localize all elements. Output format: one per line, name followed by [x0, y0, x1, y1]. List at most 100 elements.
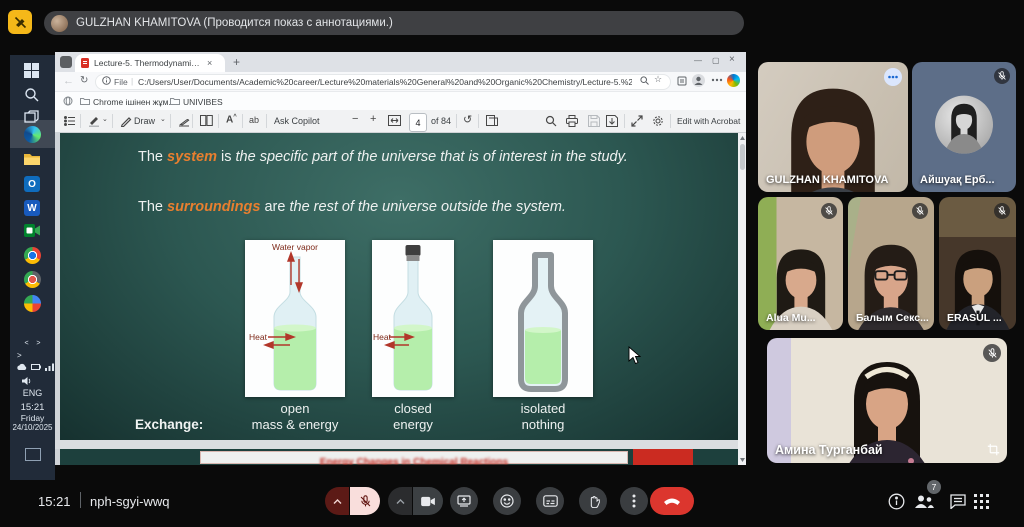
video-tile-erasul[interactable]: ERASUL ...: [939, 197, 1016, 330]
print-icon[interactable]: [566, 115, 578, 127]
video-tile-alua[interactable]: Alua Mu...: [758, 197, 843, 330]
fullscreen-icon[interactable]: [631, 115, 643, 127]
ask-copilot-button[interactable]: Ask Copilot: [274, 116, 320, 126]
more-vertical-icon: [632, 494, 636, 508]
taskbar-overflow-arrows[interactable]: < >: [10, 340, 55, 347]
page-layout-icon[interactable]: [486, 115, 498, 126]
page-number-input[interactable]: 4: [409, 113, 427, 132]
scrollbar-thumb[interactable]: [740, 144, 745, 170]
window-close-button[interactable]: ×: [729, 54, 735, 65]
settings-gear-icon[interactable]: [652, 115, 664, 127]
zoom-in-icon[interactable]: +: [370, 113, 376, 125]
zoom-out-icon[interactable]: −: [352, 113, 358, 125]
bookmark-folder-univibes[interactable]: UNIVIBES: [183, 97, 223, 107]
pdf-scrollbar[interactable]: [738, 133, 746, 465]
text-size-icon[interactable]: A^: [226, 114, 237, 125]
participant-name: Балым Секс...: [856, 312, 929, 324]
end-call-button[interactable]: [650, 487, 694, 515]
search-in-page-icon[interactable]: [640, 76, 649, 85]
video-tile-amina[interactable]: Амина Турганбай: [767, 338, 1007, 463]
isolated-caption: isolatednothing: [473, 401, 613, 433]
refresh-icon[interactable]: ↻: [80, 75, 88, 86]
annotation-off-icon: [14, 16, 27, 29]
speaker-icon[interactable]: [22, 376, 33, 386]
scroll-up-arrow[interactable]: [740, 136, 745, 140]
browser-menu-icon[interactable]: [711, 74, 723, 86]
edge-browser-icon[interactable]: [24, 126, 41, 143]
meet-icon[interactable]: [24, 224, 41, 241]
participant-name: Айшуақ Ерб...: [920, 174, 995, 186]
chrome-profile-icon[interactable]: [24, 271, 41, 288]
tile-more-options-button[interactable]: [884, 68, 902, 86]
browser-tab[interactable]: Lecture-5. Thermodynamics.pdf ×: [75, 54, 225, 72]
more-options-button[interactable]: [620, 487, 648, 515]
raise-hand-button[interactable]: [579, 487, 607, 515]
bookmark-folder-chrome[interactable]: Chrome ішінен жұм...: [93, 97, 176, 107]
video-tile-gulzhan[interactable]: GULZHAN KHAMITOVA: [758, 62, 908, 192]
favorite-star-icon[interactable]: ☆: [654, 74, 662, 85]
chat-icon: [950, 494, 966, 509]
new-tab-button[interactable]: +: [233, 55, 240, 69]
collections-icon[interactable]: [677, 76, 687, 86]
back-icon[interactable]: ←: [63, 75, 74, 87]
chat-button[interactable]: [950, 494, 966, 509]
search-icon[interactable]: [24, 87, 41, 104]
tab-actions-icon[interactable]: [60, 56, 72, 68]
chrome-icon[interactable]: [24, 247, 41, 264]
draw-label[interactable]: Draw: [134, 116, 155, 126]
present-screen-button[interactable]: [450, 487, 478, 515]
show-desktop-button[interactable]: [25, 448, 41, 461]
draw-dropdown-chevron[interactable]: ⌄: [160, 115, 166, 123]
save-as-icon[interactable]: [606, 115, 618, 127]
highlighter-dropdown-chevron[interactable]: ⌄: [102, 115, 108, 123]
participants-button[interactable]: [914, 494, 934, 509]
crop-icon[interactable]: [987, 443, 1000, 456]
window-minimize-button[interactable]: —: [694, 56, 702, 65]
url-divider: |: [131, 76, 133, 86]
bookmark-globe-icon[interactable]: [63, 96, 73, 106]
read-aloud-icon[interactable]: ab: [249, 115, 259, 125]
captions-icon: [543, 495, 558, 507]
tab-close-icon[interactable]: ×: [207, 58, 212, 68]
camera-button[interactable]: [413, 487, 443, 515]
meeting-details-button[interactable]: [888, 493, 905, 510]
mic-muted-button[interactable]: [350, 487, 380, 515]
eraser-icon[interactable]: [178, 115, 190, 127]
save-icon[interactable]: [588, 115, 600, 127]
captions-button[interactable]: [536, 487, 564, 515]
highlighter-icon[interactable]: [88, 115, 100, 127]
edit-with-acrobat-button[interactable]: Edit with Acrobat: [677, 116, 740, 126]
page-view-icon[interactable]: [200, 115, 213, 126]
outlook-icon[interactable]: O: [24, 176, 41, 193]
profile-avatar[interactable]: [692, 74, 705, 87]
mic-options-chevron[interactable]: [325, 487, 349, 515]
end-call-icon: [663, 497, 681, 505]
window-maximize-button[interactable]: ▢: [712, 56, 720, 65]
taskbar-language[interactable]: ENG: [10, 388, 55, 398]
activities-button[interactable]: [974, 494, 989, 509]
file-explorer-icon[interactable]: [24, 152, 41, 169]
video-tile-balym[interactable]: Балым Секс...: [848, 197, 934, 330]
fit-to-width-icon[interactable]: [388, 115, 401, 126]
rotate-icon[interactable]: ↺: [463, 113, 472, 126]
photos-icon[interactable]: [24, 295, 41, 312]
copilot-icon[interactable]: [727, 74, 740, 87]
emoji-reactions-button[interactable]: [493, 487, 521, 515]
toc-icon[interactable]: [64, 115, 76, 127]
system-tray-icons[interactable]: [16, 363, 55, 371]
scroll-down-arrow[interactable]: [740, 458, 745, 462]
video-tile-aishuak[interactable]: Айшуақ Ерб...: [912, 62, 1016, 192]
annotations-toggle-button[interactable]: [8, 10, 32, 34]
tray-expand-chevron[interactable]: >: [10, 351, 55, 360]
taskbar-time[interactable]: 15:21: [10, 402, 55, 413]
task-view-icon[interactable]: [24, 110, 41, 127]
draw-pen-icon[interactable]: [120, 115, 132, 127]
word-icon[interactable]: W: [24, 200, 41, 217]
participants-count-badge: 7: [927, 480, 941, 494]
windows-taskbar: O W < > > ENG 15:21 Friday 24/10/2025: [10, 55, 55, 480]
tab-title: Lecture-5. Thermodynamics.pdf: [94, 58, 202, 68]
mic-off-icon: [912, 203, 928, 219]
camera-options-chevron[interactable]: [388, 487, 412, 515]
search-document-icon[interactable]: [545, 115, 557, 127]
start-button-icon[interactable]: [24, 63, 41, 80]
